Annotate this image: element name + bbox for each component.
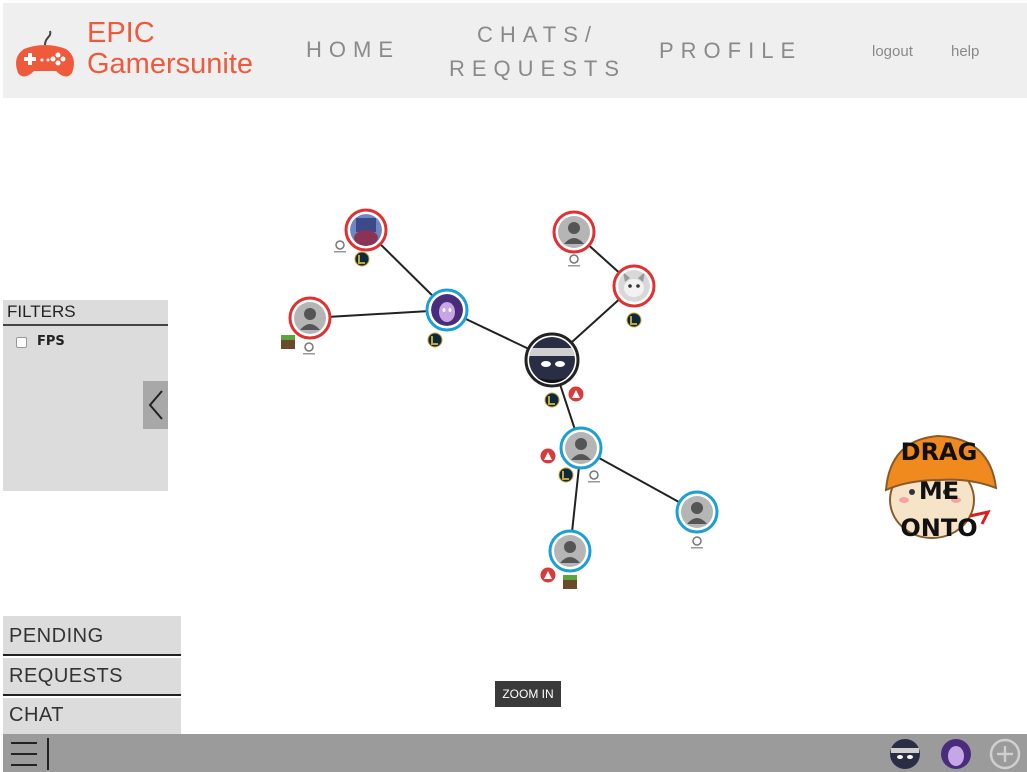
overwatch-icon xyxy=(302,342,316,356)
drag-text-line-2: ME xyxy=(919,477,959,505)
league-of-legends-icon xyxy=(558,467,574,483)
friend-network-graph[interactable]: DRAG ME ONTO xyxy=(0,0,1027,772)
friend-avatar-ninja[interactable] xyxy=(889,738,921,770)
user-node-default[interactable] xyxy=(548,529,592,573)
user-node-default[interactable] xyxy=(552,210,596,254)
apex-legends-icon xyxy=(540,567,556,583)
drag-drop-target[interactable]: DRAG ME ONTO xyxy=(884,434,998,542)
league-of-legends-icon xyxy=(626,312,642,328)
user-node-center[interactable] xyxy=(524,332,580,388)
league-of-legends-icon xyxy=(544,392,560,408)
apex-legends-icon xyxy=(568,386,584,402)
user-node-cat[interactable] xyxy=(612,264,656,308)
apex-legends-icon xyxy=(540,448,556,464)
overwatch-icon xyxy=(567,254,581,268)
minecraft-icon xyxy=(281,335,295,349)
overwatch-icon xyxy=(587,470,601,484)
overwatch-icon xyxy=(333,240,347,254)
user-node-default[interactable] xyxy=(288,296,332,340)
zoom-in-button[interactable]: ZOOM IN xyxy=(495,681,561,707)
overwatch-icon xyxy=(690,536,704,550)
league-of-legends-icon xyxy=(354,251,370,267)
menu-icon[interactable] xyxy=(9,738,49,770)
user-node-purple-hero[interactable] xyxy=(425,288,469,332)
user-node-armored-hero[interactable] xyxy=(344,208,388,252)
user-node-default[interactable] xyxy=(559,426,603,470)
minecraft-icon xyxy=(563,575,577,589)
drag-text-line-3: ONTO xyxy=(900,514,977,542)
chat-button[interactable]: CHAT xyxy=(3,698,181,734)
user-node-default[interactable] xyxy=(675,490,719,534)
pending-button[interactable]: PENDING xyxy=(3,616,181,656)
add-icon[interactable] xyxy=(988,737,1022,771)
drag-text-line-1: DRAG xyxy=(901,438,978,466)
requests-button[interactable]: REQUESTS xyxy=(3,658,181,696)
bottom-bar xyxy=(3,734,1027,772)
league-of-legends-icon xyxy=(427,332,443,348)
friend-avatar-purple[interactable] xyxy=(940,738,972,770)
